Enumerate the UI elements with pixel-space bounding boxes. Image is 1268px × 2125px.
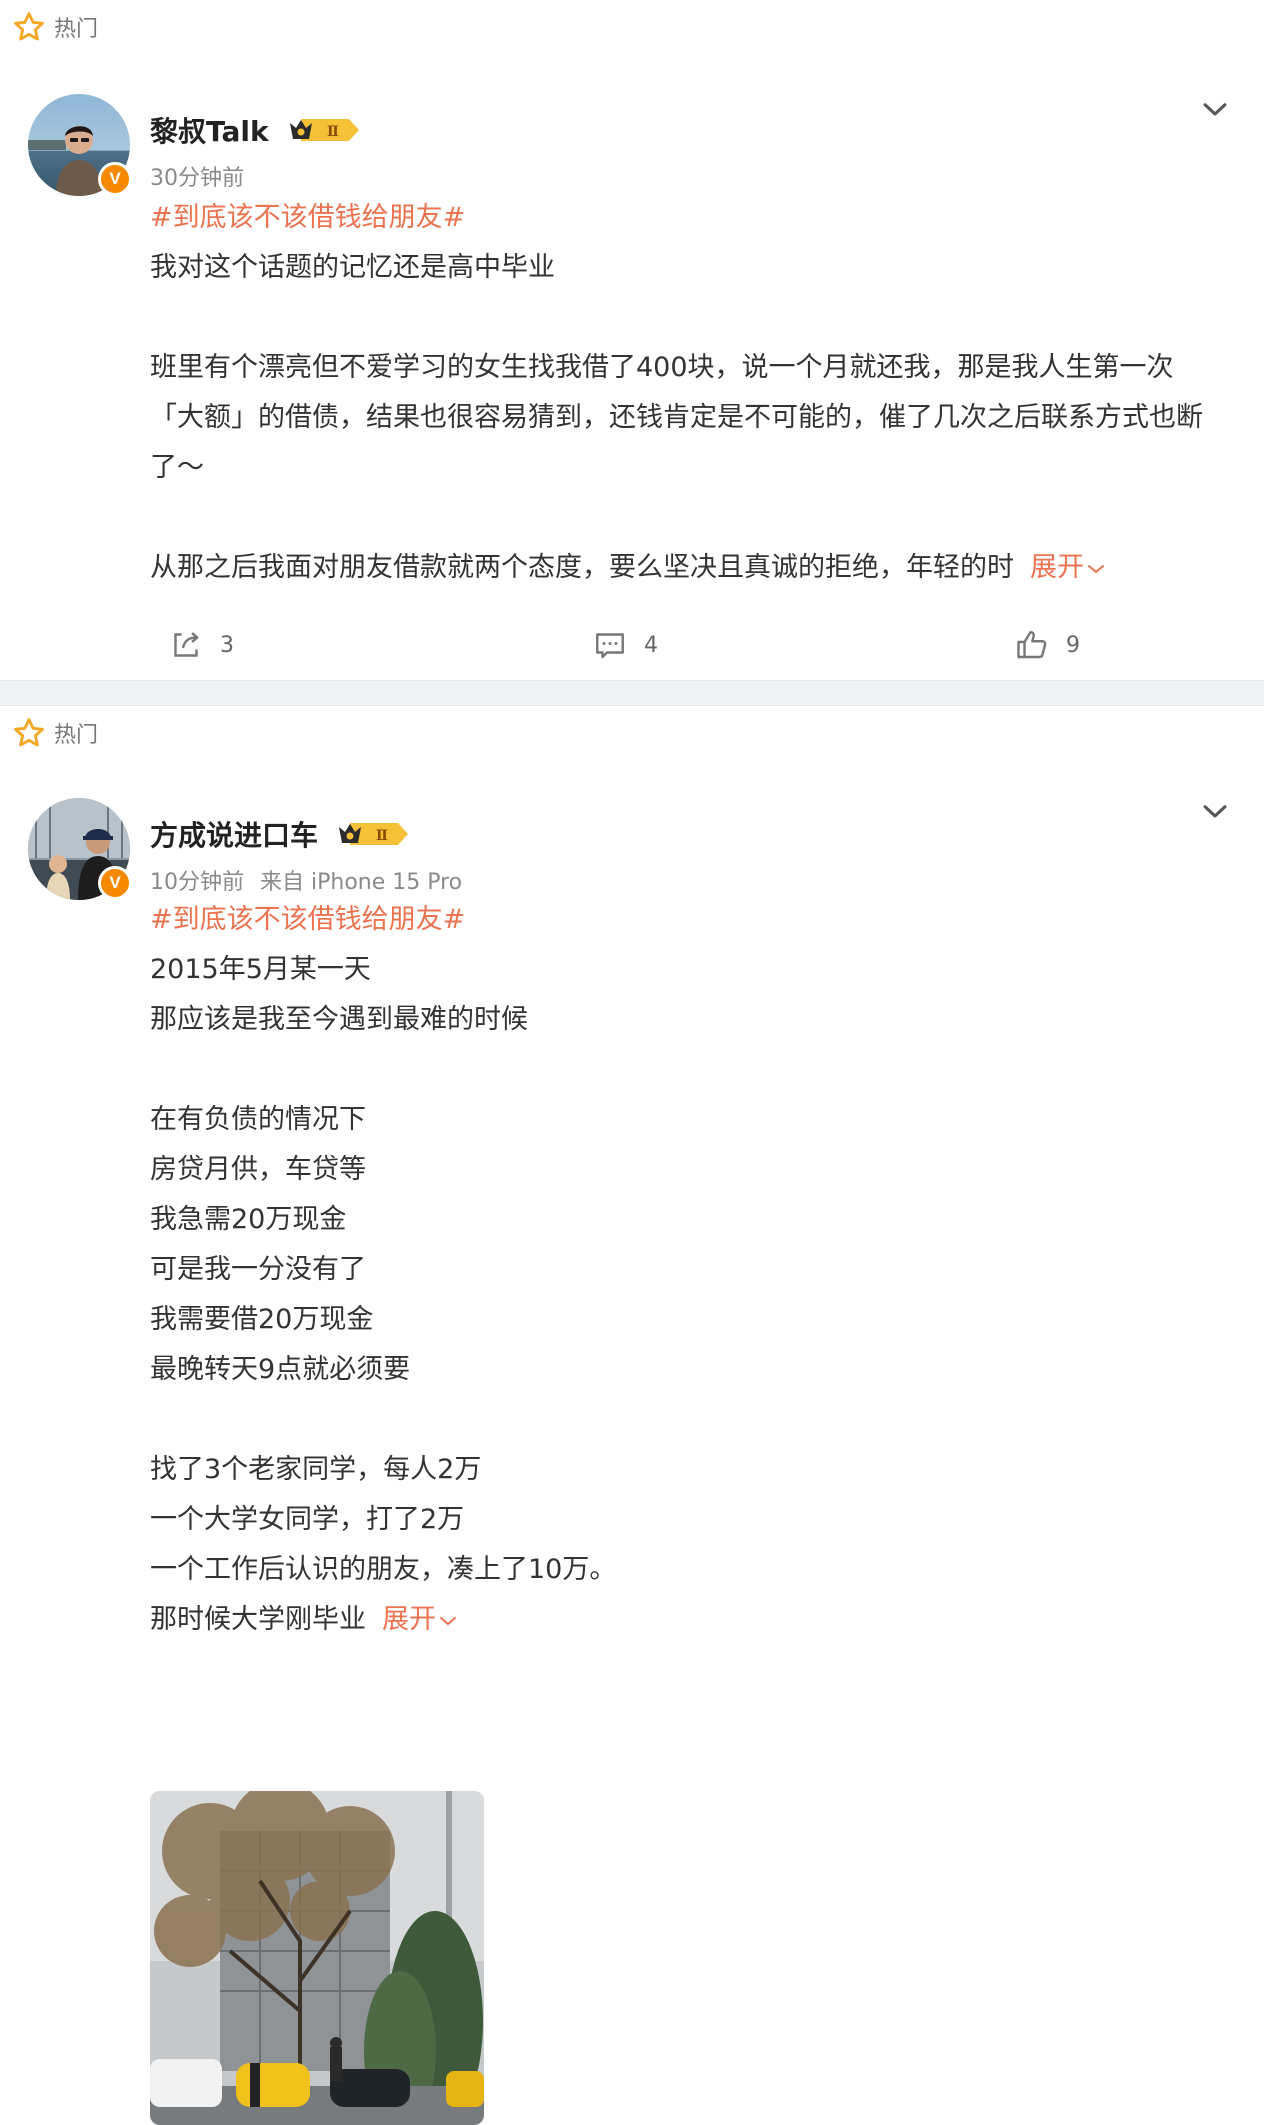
expand-link[interactable]: 展开	[1030, 552, 1106, 583]
verified-v-icon: V	[98, 162, 132, 196]
post-line: 一个大学女同学，打了2万	[150, 1504, 465, 1535]
vip-badge-icon[interactable]: Ⅱ	[287, 115, 363, 145]
like-count: 9	[1066, 632, 1080, 658]
author-name[interactable]: 方成说进口车	[150, 814, 318, 854]
hot-label: 热门	[12, 10, 98, 44]
hot-label: 热门	[12, 716, 98, 750]
hot-label-text: 热门	[54, 17, 99, 42]
repost-count: 3	[220, 632, 234, 658]
post-card-2: 热门 V 方成说进口车 Ⅱ 10分钟前 来自 iPhone 15 Pro #到底…	[0, 706, 1268, 2125]
post-line-last: 那时候大学刚毕业 展开	[150, 1595, 1220, 1645]
topic-link[interactable]: #到底该不该借钱给朋友#	[150, 895, 1220, 945]
repost-icon	[174, 632, 199, 657]
expand-label: 展开	[1030, 552, 1084, 583]
avatar[interactable]: V	[28, 94, 132, 196]
post-line: 我对这个话题的记忆还是高中毕业	[150, 252, 555, 283]
chevron-down-icon[interactable]	[1198, 794, 1232, 828]
post-line: 在有负债的情况下	[150, 1104, 366, 1135]
post-line: 房贷月供，车贷等	[150, 1154, 366, 1185]
vip-badge-level: Ⅱ	[327, 124, 339, 140]
post-body: #到底该不该借钱给朋友# 我对这个话题的记忆还是高中毕业 班里有个漂亮但不爱学习…	[150, 193, 1220, 593]
chevron-down-icon	[440, 1616, 456, 1625]
comment-count: 4	[644, 632, 658, 658]
post-line: 那应该是我至今遇到最难的时候	[150, 1004, 528, 1035]
expand-label: 展开	[382, 1604, 436, 1635]
action-bar: 3 4 9	[0, 620, 1268, 670]
author-row: 方成说进口车 Ⅱ	[150, 814, 412, 854]
verified-v-icon: V	[98, 866, 132, 900]
star-icon	[14, 718, 44, 747]
post-time: 10分钟前	[150, 870, 244, 895]
post-line: 找了3个老家同学，每人2万	[150, 1454, 482, 1485]
post-image[interactable]	[150, 1791, 484, 2125]
post-line-last: 从那之后我面对朋友借款就两个态度，要么坚决且真诚的拒绝，年轻的时 展开	[150, 543, 1220, 593]
chevron-down-icon	[1088, 564, 1104, 573]
topic-link[interactable]: #到底该不该借钱给朋友#	[150, 193, 1220, 243]
post-line: 可是我一分没有了	[150, 1254, 366, 1285]
like-button[interactable]: 9	[1014, 620, 1080, 670]
comment-button[interactable]: 4	[592, 620, 658, 670]
post-line: 最晚转天9点就必须要	[150, 1354, 411, 1385]
chevron-down-icon[interactable]	[1198, 92, 1232, 126]
author-row: 黎叔Talk Ⅱ	[150, 110, 363, 150]
post-meta: 10分钟前 来自 iPhone 15 Pro	[150, 864, 462, 896]
post-line: 一个工作后认识的朋友，凑上了10万。	[150, 1554, 617, 1585]
post-line: 我需要借20万现金	[150, 1304, 374, 1335]
expand-link[interactable]: 展开	[382, 1604, 458, 1635]
post-body: #到底该不该借钱给朋友# 2015年5月某一天 那应该是我至今遇到最难的时候 在…	[150, 895, 1220, 1645]
post-card-1: 热门 V 黎叔Talk Ⅱ 30分钟前 #到底该不该借钱给朋友# 我对这个话题的…	[0, 0, 1268, 680]
author-name[interactable]: 黎叔Talk	[150, 110, 269, 150]
star-icon	[14, 12, 44, 41]
repost-button[interactable]: 3	[168, 620, 234, 670]
avatar[interactable]: V	[28, 798, 132, 900]
post-line: 2015年5月某一天	[150, 954, 371, 985]
feed-separator	[0, 680, 1264, 706]
comment-icon	[596, 633, 624, 659]
post-time: 30分钟前	[150, 166, 244, 191]
post-line: 班里有个漂亮但不爱学习的女生找我借了400块，说一个月就还我，那是我人生第一次「…	[150, 352, 1203, 483]
vip-badge-level: Ⅱ	[376, 828, 388, 844]
post-line-text: 那时候大学刚毕业	[150, 1604, 366, 1635]
vip-badge-icon[interactable]: Ⅱ	[336, 819, 412, 849]
post-meta: 30分钟前	[150, 160, 244, 192]
post-line: 我急需20万现金	[150, 1204, 347, 1235]
feed: 热门 V 黎叔Talk Ⅱ 30分钟前 #到底该不该借钱给朋友# 我对这个话题的…	[0, 0, 1268, 2125]
post-line-text: 从那之后我面对朋友借款就两个态度，要么坚决且真诚的拒绝，年轻的时	[150, 552, 1014, 583]
thumbs-up-icon	[1017, 631, 1047, 659]
post-source: 来自 iPhone 15 Pro	[260, 870, 463, 895]
hot-label-text: 热门	[54, 723, 99, 748]
